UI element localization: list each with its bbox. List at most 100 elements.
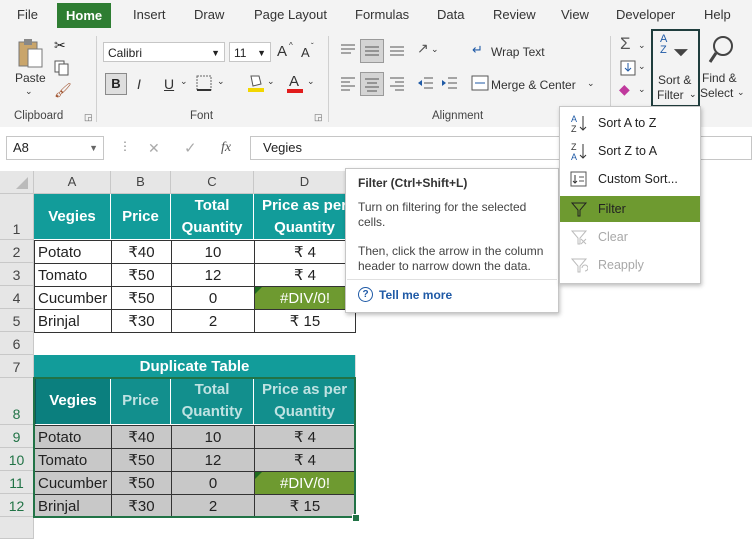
table2-cell[interactable]: ₹30 bbox=[111, 494, 172, 518]
table1-cell[interactable]: ₹ 4 bbox=[254, 240, 356, 264]
font-launcher-icon[interactable]: ◲ bbox=[314, 112, 323, 123]
tab-file[interactable]: File bbox=[17, 5, 38, 25]
table1-cell[interactable]: 10 bbox=[171, 240, 255, 264]
row-header-5[interactable]: 5 bbox=[0, 309, 34, 332]
table2-header-total-quantity[interactable]: Total Quantity bbox=[171, 378, 254, 425]
tell-me-more-link[interactable]: ? Tell me more bbox=[358, 287, 452, 302]
row-header-13[interactable] bbox=[0, 517, 34, 539]
decrease-indent-icon[interactable] bbox=[417, 74, 435, 92]
table1-cell[interactable]: ₹30 bbox=[111, 309, 172, 333]
chevron-down-icon[interactable]: ⌄ bbox=[431, 44, 439, 55]
table2-cell[interactable]: 10 bbox=[171, 425, 255, 449]
row-header-10[interactable]: 10 bbox=[0, 448, 34, 471]
paste-dropdown-icon[interactable]: ⌄ bbox=[25, 86, 33, 97]
find-select-button[interactable]: Find & bbox=[702, 71, 737, 85]
menu-item-sort-z-to-a[interactable]: ZA Sort Z to A bbox=[560, 138, 700, 164]
table1-cell[interactable]: ₹40 bbox=[111, 240, 172, 264]
tab-data[interactable]: Data bbox=[437, 5, 464, 25]
menu-item-filter[interactable]: Filter bbox=[560, 196, 700, 222]
table1-header-price-per-qty[interactable]: Price as per Quantity bbox=[254, 194, 356, 240]
sort-filter-button[interactable]: AZ ⏷ Sort & Filter ⌄ bbox=[651, 29, 700, 107]
table1-cell[interactable]: ₹ 4 bbox=[254, 263, 356, 287]
name-box[interactable]: A8 ▼ bbox=[6, 136, 104, 160]
grow-font-button[interactable]: A bbox=[277, 43, 287, 60]
clear-icon[interactable]: ◆ bbox=[619, 81, 630, 98]
table2-cell[interactable]: 12 bbox=[171, 448, 255, 472]
row-header-4[interactable]: 4 bbox=[0, 286, 34, 309]
enter-icon[interactable]: ✓ bbox=[184, 139, 197, 157]
table1-cell[interactable]: Brinjal bbox=[34, 309, 112, 333]
column-header-b[interactable]: B bbox=[111, 171, 171, 194]
table1-cell[interactable]: 2 bbox=[171, 309, 255, 333]
font-name-box[interactable]: Calibri ▼ bbox=[103, 42, 225, 62]
table1-cell[interactable]: ₹ 15 bbox=[254, 309, 356, 333]
tab-draw[interactable]: Draw bbox=[194, 5, 224, 25]
align-bottom-icon[interactable] bbox=[388, 41, 406, 59]
tab-review[interactable]: Review bbox=[493, 5, 536, 25]
table1-cell[interactable]: 12 bbox=[171, 263, 255, 287]
align-middle-icon[interactable] bbox=[360, 39, 384, 63]
tab-formulas[interactable]: Formulas bbox=[355, 5, 409, 25]
table1-cell[interactable]: Cucumber bbox=[34, 286, 112, 310]
align-center-icon[interactable] bbox=[360, 72, 384, 96]
table2-cell[interactable]: ₹ 15 bbox=[254, 494, 356, 518]
orientation-icon[interactable]: ↗ bbox=[417, 40, 429, 57]
tab-home[interactable]: Home bbox=[57, 3, 112, 28]
tab-page-layout[interactable]: Page Layout bbox=[254, 5, 327, 25]
cancel-icon[interactable]: ✕ bbox=[148, 140, 160, 157]
paste-icon[interactable] bbox=[16, 38, 44, 70]
fill-handle[interactable] bbox=[352, 514, 360, 522]
table2-cell[interactable]: ₹50 bbox=[111, 448, 172, 472]
row-header-9[interactable]: 9 bbox=[0, 425, 34, 448]
borders-icon[interactable] bbox=[196, 75, 212, 91]
table1-header-vegies[interactable]: Vegies bbox=[34, 194, 111, 240]
row-header-7[interactable]: 7 bbox=[0, 355, 34, 378]
chevron-down-icon[interactable]: ⌄ bbox=[180, 76, 188, 87]
table2-cell[interactable]: ₹50 bbox=[111, 471, 172, 495]
increase-indent-icon[interactable] bbox=[441, 74, 459, 92]
row-header-6[interactable]: 6 bbox=[0, 332, 34, 355]
duplicate-table-title[interactable]: Duplicate Table bbox=[34, 355, 356, 378]
table2-header-price[interactable]: Price bbox=[111, 378, 171, 425]
row-header-12[interactable]: 12 bbox=[0, 494, 34, 517]
chevron-down-icon[interactable]: ⌄ bbox=[638, 61, 646, 72]
table2-cell[interactable]: ₹ 4 bbox=[254, 448, 356, 472]
menu-item-sort-a-to-z[interactable]: AZ Sort A to Z bbox=[560, 110, 700, 136]
shrink-font-button[interactable]: A bbox=[301, 45, 310, 60]
table2-header-price-per-qty[interactable]: Price as per Quantity bbox=[254, 378, 356, 425]
table1-cell[interactable]: ₹50 bbox=[111, 286, 172, 310]
tab-help[interactable]: Help bbox=[704, 5, 731, 25]
autosum-icon[interactable]: Σ bbox=[620, 34, 631, 54]
menu-item-reapply[interactable]: Reapply bbox=[560, 252, 700, 278]
chevron-down-icon[interactable]: ⌄ bbox=[638, 84, 646, 95]
cut-icon[interactable]: ✂ bbox=[54, 37, 66, 54]
table1-header-total-quantity[interactable]: Total Quantity bbox=[171, 194, 254, 240]
row-header-1[interactable]: 1 bbox=[0, 194, 34, 240]
paste-button[interactable]: Paste bbox=[15, 71, 46, 85]
merge-center-icon[interactable] bbox=[471, 75, 489, 91]
wrap-text-icon[interactable]: ↵ bbox=[472, 42, 483, 58]
table1-cell[interactable]: 0 bbox=[171, 286, 255, 310]
chevron-down-icon[interactable]: ⌄ bbox=[267, 76, 275, 87]
font-color-icon[interactable]: A bbox=[286, 72, 304, 94]
table1-header-price[interactable]: Price bbox=[111, 194, 171, 240]
italic-button[interactable]: I bbox=[137, 76, 141, 92]
menu-item-clear[interactable]: Clear bbox=[560, 224, 700, 250]
table1-cell[interactable]: ₹50 bbox=[111, 263, 172, 287]
copy-icon[interactable] bbox=[54, 60, 70, 76]
row-header-3[interactable]: 3 bbox=[0, 263, 34, 286]
table2-cell[interactable]: ₹ 4 bbox=[254, 425, 356, 449]
table1-error-cell[interactable]: #DIV/0! bbox=[254, 286, 356, 310]
merge-center-button[interactable]: Merge & Center bbox=[491, 78, 576, 92]
select-all-corner[interactable] bbox=[0, 171, 34, 194]
row-header-11[interactable]: 11 bbox=[0, 471, 34, 494]
table2-header-vegies[interactable]: Vegies bbox=[34, 378, 111, 425]
align-right-icon[interactable] bbox=[388, 74, 406, 92]
table2-cell[interactable]: 2 bbox=[171, 494, 255, 518]
underline-button[interactable]: U bbox=[164, 76, 174, 92]
chevron-down-icon[interactable]: ⌄ bbox=[307, 76, 315, 87]
find-select-icon[interactable] bbox=[707, 34, 735, 66]
align-top-icon[interactable] bbox=[339, 41, 357, 59]
table2-cell[interactable]: Cucumber bbox=[34, 471, 112, 495]
align-left-icon[interactable] bbox=[339, 74, 357, 92]
